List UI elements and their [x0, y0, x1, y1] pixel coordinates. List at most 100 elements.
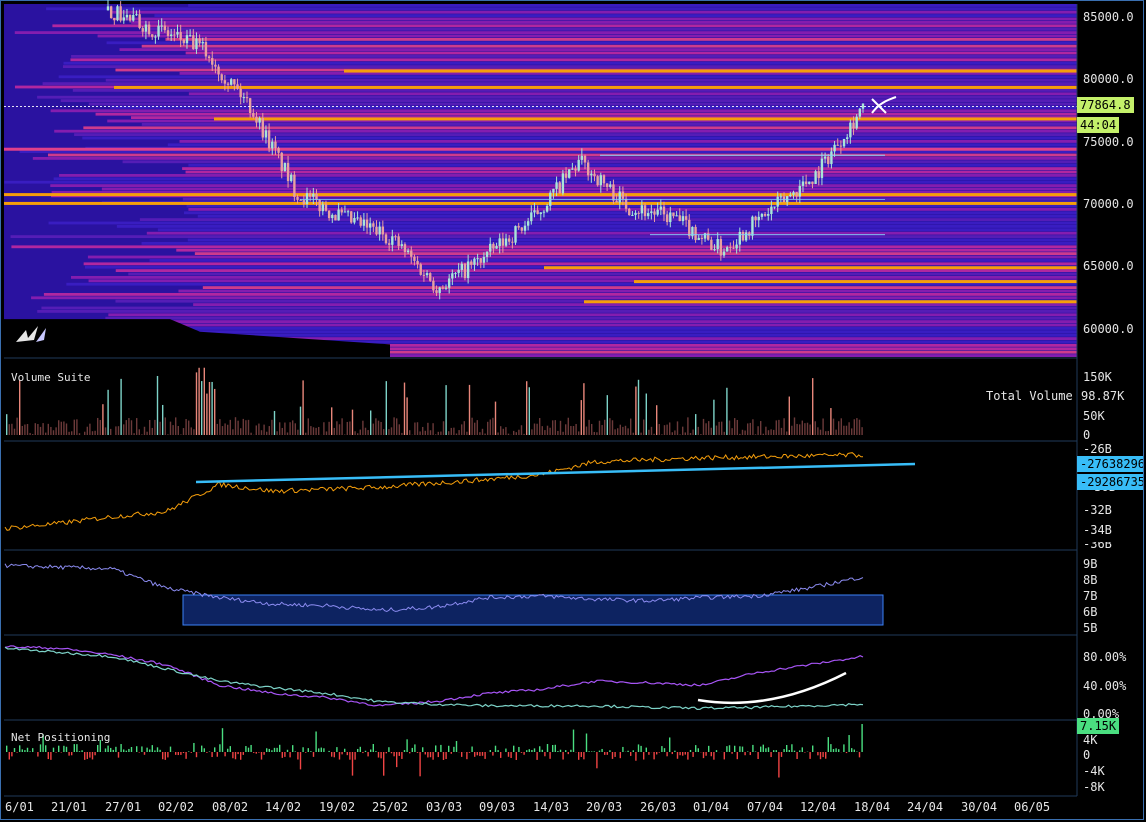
- net-bar-positive: [115, 746, 117, 752]
- net-bar-positive: [435, 745, 437, 752]
- net-bar-negative: [549, 752, 551, 759]
- volume-bar: [362, 420, 364, 435]
- volume-bar: [6, 414, 8, 435]
- heatmap-band: [115, 269, 1077, 272]
- net-bar-positive: [598, 750, 601, 752]
- volume-bar: [29, 432, 31, 435]
- candle-body: [441, 287, 445, 289]
- net-bar-positive: [695, 745, 697, 752]
- heatmap-band: [60, 99, 1077, 102]
- candle-body: [419, 264, 422, 275]
- net-bar-positive: [151, 745, 153, 752]
- net-bar-positive: [112, 749, 114, 752]
- volume-bar: [479, 432, 481, 435]
- net-bar-negative: [822, 752, 824, 758]
- volume-bar: [689, 432, 692, 435]
- volume-bar: [247, 419, 250, 435]
- volume-bar: [614, 429, 616, 435]
- volume-bar: [419, 431, 421, 435]
- volume-bar: [622, 426, 624, 435]
- candle-body: [590, 173, 593, 176]
- volume-bar: [310, 426, 312, 435]
- heatmap-band: [83, 126, 1077, 130]
- net-bar-positive: [73, 744, 75, 752]
- heatmap-band: [116, 225, 1078, 228]
- candle-body: [106, 6, 110, 11]
- volume-bar: [60, 421, 62, 435]
- heatmap-band: [37, 95, 1077, 99]
- heatmap-band: [184, 211, 1078, 215]
- net-bar-positive: [130, 746, 133, 752]
- net-bar-negative: [182, 752, 185, 754]
- volume-bar: [487, 421, 489, 435]
- candle-body: [211, 58, 214, 65]
- volume-bar: [164, 417, 166, 435]
- net-bar-negative: [450, 752, 452, 754]
- candle-body: [827, 156, 830, 165]
- net-bar-negative: [749, 752, 751, 756]
- net-bar-positive: [39, 744, 42, 752]
- volume-bar: [429, 430, 432, 435]
- net-bar-positive: [622, 746, 624, 752]
- net-bar-negative: [50, 752, 52, 760]
- net-bar-negative: [195, 752, 198, 758]
- candle-body: [526, 221, 530, 226]
- net-bar-negative: [643, 752, 645, 760]
- volume-bar: [245, 420, 247, 435]
- candle-body: [694, 226, 697, 240]
- net-bar-negative: [424, 752, 426, 755]
- net-bar-positive: [104, 748, 107, 752]
- net-bar-negative: [349, 752, 351, 760]
- heatmap-band: [112, 327, 1077, 330]
- net-bar-positive: [372, 744, 374, 752]
- price-tick: 80000.0: [1083, 72, 1134, 86]
- heatmap-band: [141, 123, 1077, 126]
- chart-canvas[interactable]: [0, 0, 1146, 822]
- current-price-tag: 77864.8: [1077, 97, 1134, 113]
- heatmap-band: [182, 167, 1078, 170]
- net-bar-negative: [177, 752, 179, 756]
- net-bar-positive: [294, 751, 296, 752]
- net-bar-positive: [853, 749, 855, 752]
- volume-bar: [214, 388, 216, 435]
- net-bar-positive: [585, 733, 588, 752]
- net-bar-negative: [520, 752, 523, 753]
- volume-bar: [856, 418, 858, 435]
- candle-body: [308, 193, 312, 197]
- volume-bar: [562, 431, 564, 435]
- candle-body: [729, 247, 732, 249]
- volume-bar: [580, 400, 582, 435]
- heatmap-band: [31, 296, 1077, 300]
- volume-bar: [325, 431, 328, 435]
- volume-bar: [814, 421, 816, 435]
- heatmap-hot-band: [584, 300, 1077, 304]
- volume-bar: [843, 425, 845, 435]
- price-tick: 85000.0: [1083, 10, 1134, 24]
- heatmap-band: [148, 330, 1078, 334]
- candle-body: [732, 247, 735, 249]
- net-bar-positive: [141, 746, 143, 752]
- volume-bar: [718, 421, 720, 435]
- net-bar-positive: [344, 748, 346, 752]
- net-bar-negative: [619, 752, 621, 759]
- volume-bar: [39, 426, 42, 435]
- volume-bar: [315, 427, 317, 435]
- net-bar-negative: [385, 752, 387, 754]
- volume-bar: [749, 422, 751, 435]
- net-bar-negative: [55, 752, 57, 753]
- net-bar-positive: [747, 751, 749, 752]
- candle-body: [327, 210, 331, 219]
- net-bar-positive: [63, 745, 65, 752]
- volume-bar: [432, 423, 434, 435]
- net-bar-negative: [138, 752, 140, 753]
- volume-bar: [838, 421, 840, 435]
- net-tick: 0: [1083, 748, 1091, 762]
- candle-body: [605, 183, 609, 187]
- heatmap-band: [122, 160, 1077, 164]
- net-bar-negative: [648, 752, 650, 755]
- net-bar-positive: [632, 750, 634, 752]
- net-bar-positive: [741, 746, 744, 752]
- net-bar-positive: [19, 745, 21, 752]
- net-bar-negative: [94, 752, 96, 756]
- net-bar-negative: [466, 752, 468, 760]
